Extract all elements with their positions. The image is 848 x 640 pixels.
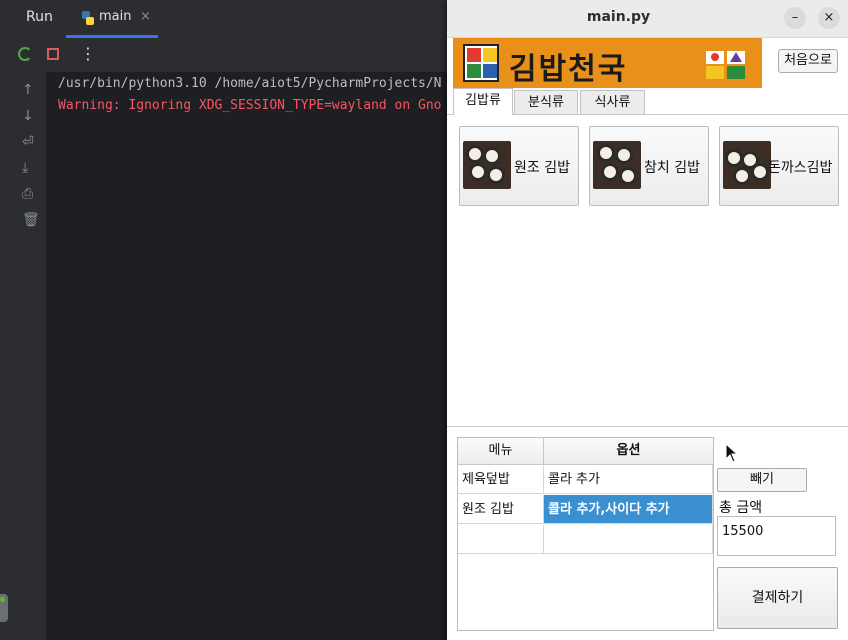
close-icon[interactable]: × <box>818 7 840 29</box>
menu-button-tuna-gimbap[interactable]: 참치 김밥 <box>589 126 709 206</box>
gimbap-image <box>593 141 641 189</box>
run-tab-main[interactable]: main × <box>66 0 158 38</box>
gimbap-image <box>463 141 511 189</box>
tab-meal[interactable]: 식사류 <box>580 90 645 114</box>
section-divider <box>447 426 848 427</box>
table-cell-option[interactable]: 콜라 추가 <box>544 465 713 494</box>
scroll-down-icon[interactable]: ↓ <box>22 108 34 124</box>
category-tabs: 김밥류 분식류 식사류 <box>447 88 848 115</box>
soft-wrap-icon[interactable]: ⏎ <box>22 134 34 150</box>
mouse-cursor-icon <box>725 443 739 463</box>
restaurant-logo: 김밥천국 <box>453 38 762 88</box>
menu-button-label: 참치 김밥 <box>644 160 700 176</box>
logo-badge-icon <box>706 51 745 79</box>
table-header-menu[interactable]: 메뉴 <box>458 438 544 465</box>
run-tab-label: main <box>99 9 132 24</box>
home-button[interactable]: 처음으로 <box>778 49 838 73</box>
scroll-to-end-icon[interactable]: ⤓ <box>22 160 28 176</box>
menu-button-label: 원조 김밥 <box>514 160 570 176</box>
remove-item-button[interactable]: 빼기 <box>717 468 807 492</box>
console-output[interactable]: /usr/bin/python3.10 /home/aiot5/PycharmP… <box>46 72 448 640</box>
stop-icon[interactable] <box>47 48 59 60</box>
window-titlebar[interactable]: main.py – × <box>447 0 848 38</box>
console-line-command: /usr/bin/python3.10 /home/aiot5/PycharmP… <box>58 76 442 91</box>
more-options-icon[interactable]: ⋮ <box>80 44 96 63</box>
window-title: main.py <box>586 9 651 25</box>
table-cell-option[interactable] <box>544 525 713 554</box>
table-cell-menu[interactable]: 원조 김밥 <box>458 495 544 524</box>
minimize-icon[interactable]: – <box>784 7 806 29</box>
tab-gimbap[interactable]: 김밥류 <box>453 88 513 115</box>
table-cell-option-selected[interactable]: 콜라 추가,사이다 추가 <box>544 495 713 524</box>
run-panel-title: Run <box>26 9 53 25</box>
total-label: 총 금액 <box>719 500 763 516</box>
tab-bunsik[interactable]: 분식류 <box>514 90 578 114</box>
logo-text: 김밥천국 <box>509 52 628 87</box>
menu-button-original-gimbap[interactable]: 원조 김밥 <box>459 126 579 206</box>
table-header-option[interactable]: 옵션 <box>544 438 713 465</box>
print-icon[interactable]: ⎙ <box>22 186 33 202</box>
console-line-warning: Warning: Ignoring XDG_SESSION_TYPE=wayla… <box>58 98 442 113</box>
menu-button-tonkatsu-gimbap[interactable]: 돈까스김밥 <box>719 126 839 206</box>
rerun-icon[interactable] <box>18 47 32 61</box>
status-dot-icon <box>0 597 5 602</box>
total-amount-field[interactable]: 15500 <box>717 516 836 556</box>
trash-icon[interactable]: 🗑 <box>22 212 40 228</box>
table-cell-menu[interactable]: 제육덮밥 <box>458 465 544 494</box>
table-cell-menu[interactable] <box>458 525 544 554</box>
python-icon <box>82 11 94 25</box>
close-tab-icon[interactable]: × <box>140 9 151 24</box>
pay-button[interactable]: 결제하기 <box>717 567 838 629</box>
scroll-up-icon[interactable]: ↑ <box>22 82 34 98</box>
app-window: main.py – × 김밥천국 처음으로 김밥류 분식류 식사류 원조 김밥 <box>447 0 848 640</box>
menu-button-label: 돈까스김밥 <box>768 160 833 176</box>
order-table[interactable]: 메뉴 옵션 제육덮밥 콜라 추가 원조 김밥 콜라 추가,사이다 추가 <box>457 437 714 631</box>
run-side-toolbar: ↑ ↓ ⏎ ⤓ ⎙ 🗑 <box>0 72 46 640</box>
gimbap-image <box>723 141 771 189</box>
logo-emblem <box>463 44 499 82</box>
